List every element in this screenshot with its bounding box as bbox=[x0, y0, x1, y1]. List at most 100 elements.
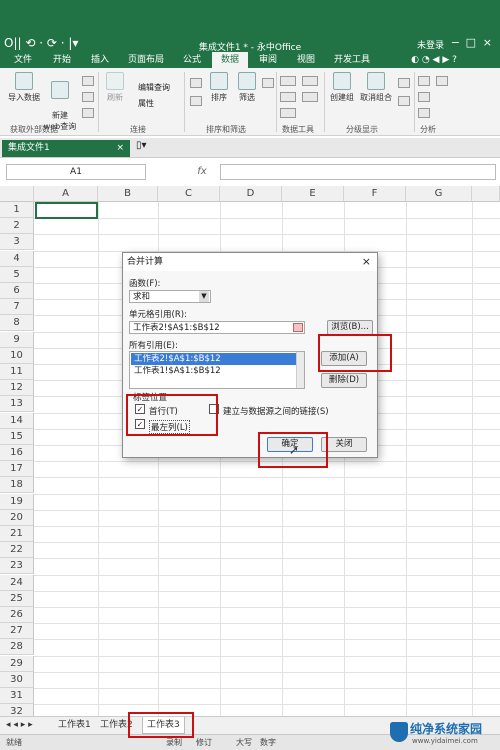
row-header[interactable]: 28 bbox=[0, 639, 34, 656]
row-header[interactable]: 1 bbox=[0, 202, 34, 218]
reference-input[interactable]: 工作表2!$A$1:$B$12 bbox=[129, 321, 305, 334]
row-header[interactable]: 8 bbox=[0, 315, 34, 332]
tab-developer[interactable]: 开发工具 bbox=[326, 52, 378, 68]
row-header[interactable]: 14 bbox=[0, 412, 34, 429]
column-header[interactable]: E bbox=[282, 186, 344, 202]
list-scrollbar[interactable] bbox=[296, 352, 304, 388]
ribbon-help-icons[interactable]: ◐ ◔ ◀ ▶ ? bbox=[404, 52, 464, 68]
row-header[interactable]: 6 bbox=[0, 283, 34, 299]
row-header[interactable]: 4 bbox=[0, 250, 34, 267]
delete-button[interactable]: 删除(D) bbox=[321, 373, 367, 388]
row-header[interactable]: 23 bbox=[0, 558, 34, 575]
formula-input[interactable] bbox=[220, 164, 496, 180]
name-box[interactable]: A1 bbox=[6, 164, 146, 180]
row-header[interactable]: 29 bbox=[0, 655, 34, 672]
tab-formula[interactable]: 公式 bbox=[174, 52, 210, 68]
text-import-icon[interactable] bbox=[82, 76, 94, 86]
row-header[interactable]: 3 bbox=[0, 234, 34, 251]
row-header[interactable]: 11 bbox=[0, 364, 34, 380]
new-web-query-button[interactable]: 新建 web查询 bbox=[42, 72, 78, 132]
row-header[interactable]: 5 bbox=[0, 266, 34, 283]
create-group-button[interactable]: 创建组 bbox=[328, 72, 356, 103]
sort-button[interactable]: 排序 bbox=[206, 72, 232, 103]
row-header[interactable]: 17 bbox=[0, 461, 34, 478]
row-header[interactable]: 2 bbox=[0, 218, 34, 235]
function-select[interactable]: 求和 ▼ bbox=[129, 290, 211, 303]
row-header[interactable]: 12 bbox=[0, 380, 34, 397]
row-header[interactable]: 26 bbox=[0, 607, 34, 623]
row-header[interactable]: 24 bbox=[0, 574, 34, 591]
column-header[interactable]: G bbox=[406, 186, 472, 202]
selected-cell[interactable] bbox=[35, 202, 98, 219]
row-header[interactable]: 15 bbox=[0, 428, 34, 445]
edit-query-label[interactable]: 编辑查询 bbox=[138, 82, 170, 93]
browse-button[interactable]: 浏览(B)... bbox=[327, 320, 373, 335]
list-item[interactable]: 工作表1!$A$1:$B$12 bbox=[131, 365, 303, 377]
filter-button[interactable]: 筛选 bbox=[234, 72, 260, 103]
properties-label[interactable]: 属性 bbox=[138, 98, 154, 109]
select-all-corner[interactable] bbox=[0, 186, 34, 202]
column-header[interactable]: B bbox=[98, 186, 158, 202]
tab-view[interactable]: 视图 bbox=[288, 52, 324, 68]
text-to-columns-icon[interactable] bbox=[280, 76, 296, 86]
close-window-icon[interactable]: × bbox=[483, 36, 492, 49]
row-header[interactable]: 25 bbox=[0, 590, 34, 607]
row-header[interactable]: 22 bbox=[0, 542, 34, 559]
row-header[interactable]: 31 bbox=[0, 688, 34, 704]
row-header[interactable]: 16 bbox=[0, 445, 34, 461]
tab-page-layout[interactable]: 页面布局 bbox=[120, 52, 172, 68]
clear-filter-icon[interactable] bbox=[262, 78, 274, 88]
new-document-icon[interactable]: ▯▾ bbox=[136, 140, 147, 151]
row-header[interactable]: 7 bbox=[0, 299, 34, 316]
tab-file[interactable]: 文件 bbox=[4, 52, 42, 68]
login-status[interactable]: 未登录 bbox=[417, 38, 444, 51]
row-header[interactable]: 20 bbox=[0, 509, 34, 526]
sort-asc-icon[interactable] bbox=[190, 78, 202, 88]
row-header[interactable]: 30 bbox=[0, 671, 34, 688]
analysis-extra-icon[interactable] bbox=[436, 76, 448, 86]
row-header[interactable]: 19 bbox=[0, 493, 34, 510]
row-header[interactable]: 21 bbox=[0, 526, 34, 542]
what-if-icon[interactable] bbox=[302, 92, 318, 102]
sort-desc-icon[interactable] bbox=[190, 96, 202, 106]
row-header[interactable]: 13 bbox=[0, 396, 34, 413]
solver-icon[interactable] bbox=[418, 92, 430, 102]
tab-data[interactable]: 数据 bbox=[212, 52, 248, 68]
sheet-nav-arrows[interactable]: ◂ ◂ ▸ ▸ bbox=[6, 717, 33, 734]
database-icon[interactable] bbox=[82, 92, 94, 102]
list-item[interactable]: 工作表2!$A$1:$B$12 bbox=[131, 353, 303, 365]
tab-insert[interactable]: 插入 bbox=[82, 52, 118, 68]
analysis-tools-icon[interactable] bbox=[418, 108, 430, 118]
sheet-tab-1[interactable]: 工作表1 bbox=[58, 717, 91, 734]
ungroup-button[interactable]: 取消组合 bbox=[358, 72, 394, 103]
row-header[interactable]: 27 bbox=[0, 623, 34, 640]
all-references-list[interactable]: 工作表2!$A$1:$B$12 工作表1!$A$1:$B$12 bbox=[129, 351, 305, 389]
other-source-icon[interactable] bbox=[82, 108, 94, 118]
column-header-extra[interactable] bbox=[472, 186, 500, 202]
row-header[interactable]: 10 bbox=[0, 347, 34, 364]
remove-duplicates-icon[interactable] bbox=[280, 92, 296, 102]
fx-icon[interactable]: fx bbox=[190, 164, 214, 180]
row-header[interactable]: 9 bbox=[0, 331, 34, 348]
column-header[interactable]: A bbox=[34, 186, 98, 202]
column-header[interactable]: D bbox=[220, 186, 282, 202]
document-tab[interactable]: 集成文件1 × bbox=[2, 140, 130, 157]
show-detail-icon[interactable] bbox=[398, 78, 410, 88]
maximize-icon[interactable]: □ bbox=[466, 36, 476, 49]
column-header[interactable]: F bbox=[344, 186, 406, 202]
row-header[interactable]: 18 bbox=[0, 477, 34, 494]
tab-home[interactable]: 开始 bbox=[44, 52, 80, 68]
collapse-dialog-icon[interactable] bbox=[293, 323, 303, 332]
column-header[interactable]: C bbox=[158, 186, 220, 202]
data-validation-icon[interactable] bbox=[280, 108, 296, 118]
refresh-button[interactable]: 刷新 bbox=[102, 72, 128, 103]
row-header[interactable]: 32 bbox=[0, 704, 34, 716]
analysis-icon[interactable] bbox=[418, 76, 430, 86]
tab-review[interactable]: 审阅 bbox=[250, 52, 286, 68]
hide-detail-icon[interactable] bbox=[398, 96, 410, 106]
consolidate-icon[interactable] bbox=[302, 76, 318, 86]
minimize-icon[interactable]: − bbox=[451, 36, 460, 49]
close-document-icon[interactable]: × bbox=[116, 140, 124, 157]
import-data-button[interactable]: 导入数据 bbox=[4, 72, 44, 103]
dialog-close-icon[interactable]: × bbox=[362, 253, 371, 271]
